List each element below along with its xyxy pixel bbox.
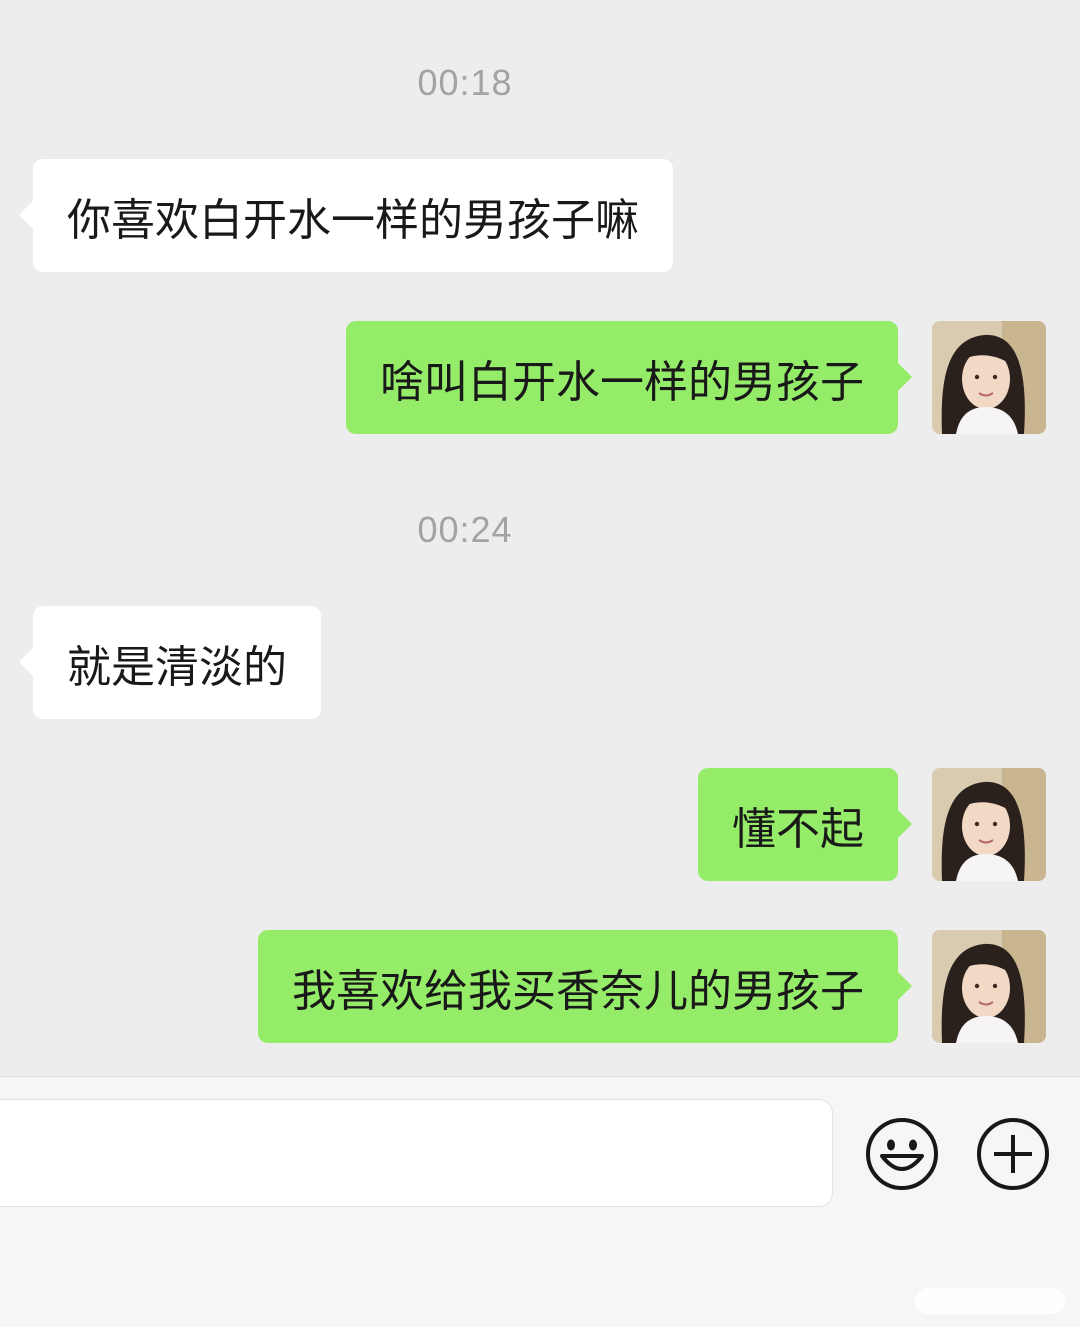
message-text: 就是清淡的 xyxy=(67,641,287,693)
avatar-photo-icon xyxy=(932,321,1046,434)
outgoing-message-bubble[interactable]: 懂不起 xyxy=(698,768,912,881)
user-avatar[interactable] xyxy=(932,930,1046,1043)
input-bar xyxy=(0,1076,1080,1327)
message-text: 你喜欢白开水一样的男孩子嘛 xyxy=(67,194,639,246)
message-input[interactable] xyxy=(0,1099,833,1207)
timestamp: 00:18 xyxy=(417,62,513,103)
more-button[interactable] xyxy=(975,1116,1051,1192)
user-avatar[interactable] xyxy=(932,768,1046,881)
outgoing-message-bubble[interactable]: 啥叫白开水一样的男孩子 xyxy=(346,321,912,434)
chat-history[interactable]: 00:18 你喜欢白开水一样的男孩子嘛 啥叫白开水一样的男孩子 00:24 就是… xyxy=(0,0,1080,1076)
outgoing-message-bubble[interactable]: 我喜欢给我买香奈儿的男孩子 xyxy=(258,930,912,1043)
message-text: 啥叫白开水一样的男孩子 xyxy=(380,356,864,408)
message-text: 我喜欢给我买香奈儿的男孩子 xyxy=(292,965,864,1017)
timestamp: 00:24 xyxy=(417,509,513,550)
smiley-face-icon xyxy=(866,1118,938,1190)
incoming-message-bubble[interactable]: 就是清淡的 xyxy=(19,606,321,719)
emoji-button[interactable] xyxy=(864,1116,940,1192)
avatar-photo-icon xyxy=(932,768,1046,881)
home-indicator xyxy=(915,1288,1065,1314)
incoming-message-bubble[interactable]: 你喜欢白开水一样的男孩子嘛 xyxy=(19,159,673,272)
plus-circle-icon xyxy=(977,1118,1049,1190)
message-text: 懂不起 xyxy=(732,803,864,855)
user-avatar[interactable] xyxy=(932,321,1046,434)
avatar-photo-icon xyxy=(932,930,1046,1043)
